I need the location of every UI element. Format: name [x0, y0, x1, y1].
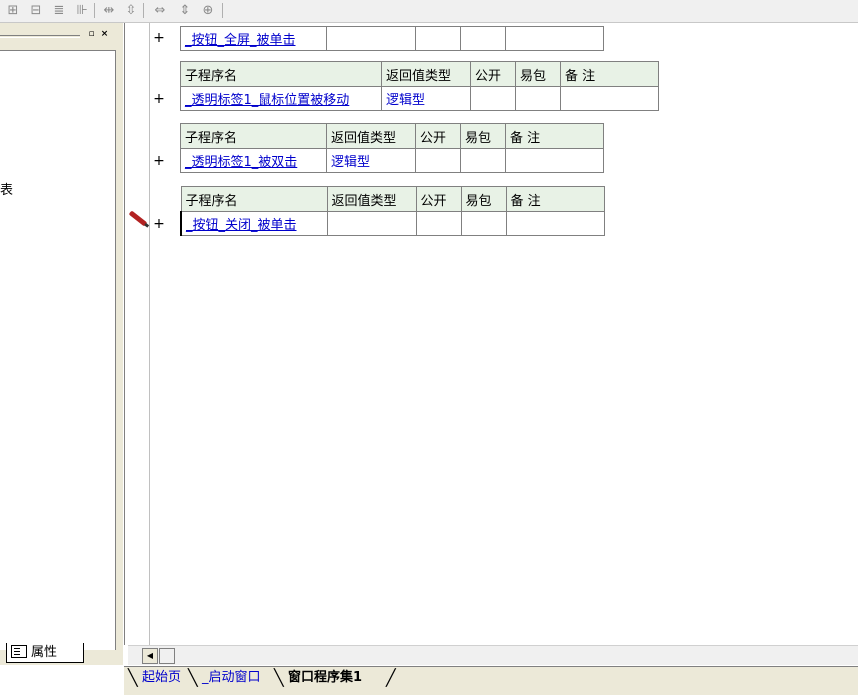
header-return-type: 返回值类型 [381, 61, 471, 87]
expand-icon[interactable]: + [152, 91, 166, 107]
toolbar-separator [94, 3, 95, 18]
header-public: 公开 [415, 123, 461, 149]
width-icon[interactable]: ⇔ [151, 2, 169, 19]
toolbar: ⊞ ⊟ ≣ ⊪ ⇹ ⇳ ⇔ ⇕ ⊕ [0, 0, 858, 23]
tab-startup-window[interactable]: _启动窗口 [196, 668, 267, 689]
insert-col-icon[interactable]: ⊟ [27, 2, 45, 19]
header-remark: 备 注 [560, 61, 659, 87]
delete-col-icon[interactable]: ⊪ [73, 2, 91, 19]
easy-pack-cell[interactable] [460, 211, 507, 236]
tab-start-page[interactable]: 起始页 [136, 668, 187, 689]
align-left-icon[interactable]: ⇹ [100, 2, 118, 19]
panel-header: ▫ × [0, 27, 117, 43]
header-public: 公开 [470, 61, 516, 87]
height-icon[interactable]: ⇕ [176, 2, 194, 19]
header-subroutine-name: 子程序名 [180, 61, 382, 87]
public-cell[interactable] [415, 26, 461, 51]
maximize-icon[interactable]: ▫ [86, 29, 97, 40]
delete-row-icon[interactable]: ≣ [50, 2, 68, 19]
properties-tab-label: 属性 [31, 645, 58, 660]
left-panel: ▫ × 表 [0, 23, 123, 665]
code-editor[interactable] [151, 23, 858, 645]
panel-body[interactable]: 表 [0, 50, 116, 650]
easy-pack-cell[interactable] [460, 26, 506, 51]
header-subroutine-name: 子程序名 [180, 123, 327, 149]
toolbar-separator [143, 3, 144, 18]
header-remark: 备 注 [505, 186, 605, 212]
subroutine-table-1: 子程序名 返回值类型 公开 易包 备 注 _透明标签1_鼠标位置被移动 逻辑型 [180, 61, 659, 111]
header-remark: 备 注 [505, 123, 604, 149]
header-easy-pack: 易包 [515, 61, 561, 87]
expand-icon[interactable]: + [152, 30, 166, 46]
panel-grip[interactable] [0, 35, 80, 36]
header-return-type: 返回值类型 [326, 123, 416, 149]
public-cell[interactable] [415, 148, 461, 173]
remark-cell[interactable] [505, 26, 604, 51]
horizontal-scrollbar[interactable]: ◀ [128, 645, 858, 665]
expand-icon[interactable]: + [152, 153, 166, 169]
easy-pack-cell[interactable] [515, 86, 561, 111]
panel-grip-highlight [0, 37, 80, 38]
properties-tab[interactable]: 属性 [6, 643, 84, 663]
remark-cell[interactable] [505, 148, 604, 173]
header-subroutine-name: 子程序名 [180, 186, 328, 212]
return-type-cell[interactable]: 逻辑型 [381, 86, 471, 111]
public-cell[interactable] [470, 86, 516, 111]
header-easy-pack: 易包 [460, 186, 507, 212]
align-top-icon[interactable]: ⇳ [122, 2, 140, 19]
subroutine-name-cell[interactable]: _透明标签1_鼠标位置被移动 [180, 86, 382, 111]
expand-icon[interactable]: + [152, 216, 166, 232]
header-public: 公开 [415, 186, 462, 212]
subroutine-table-0: _按钮_全屏_被单击 [180, 26, 604, 51]
header-return-type: 返回值类型 [326, 186, 417, 212]
easy-pack-cell[interactable] [460, 148, 506, 173]
subroutine-table-3: 子程序名 返回值类型 公开 易包 备 注 _按钮_关闭_被单击 [180, 186, 605, 236]
tab-separator: ╱ [386, 668, 396, 687]
editor-gutter [124, 23, 150, 645]
subroutine-name-cell[interactable]: _按钮_关闭_被单击 [180, 211, 328, 236]
insert-row-icon[interactable]: ⊞ [4, 2, 22, 19]
document-tabs: ╲ 起始页 ╲ _启动窗口 ╲ 窗口程序集1 ╱ [124, 666, 858, 695]
remark-cell[interactable] [505, 211, 605, 236]
return-type-cell[interactable] [326, 211, 417, 236]
public-cell[interactable] [415, 211, 462, 236]
panel-text-fragment: 表 [0, 183, 14, 198]
scroll-thumb[interactable] [159, 648, 175, 664]
subroutine-name-cell[interactable]: _透明标签1_被双击 [180, 148, 327, 173]
return-type-cell[interactable] [326, 26, 416, 51]
tab-window-assembly[interactable]: 窗口程序集1 [282, 668, 368, 689]
header-easy-pack: 易包 [460, 123, 506, 149]
scroll-left-icon[interactable]: ◀ [142, 648, 158, 664]
toolbar-separator [222, 3, 223, 18]
remark-cell[interactable] [560, 86, 659, 111]
subroutine-name-cell[interactable]: _按钮_全屏_被单击 [180, 26, 327, 51]
return-type-cell[interactable]: 逻辑型 [326, 148, 416, 173]
close-icon[interactable]: × [99, 29, 110, 40]
subroutine-table-2: 子程序名 返回值类型 公开 易包 备 注 _透明标签1_被双击 逻辑型 [180, 123, 604, 173]
size-icon[interactable]: ⊕ [199, 2, 217, 19]
properties-icon [11, 645, 27, 658]
